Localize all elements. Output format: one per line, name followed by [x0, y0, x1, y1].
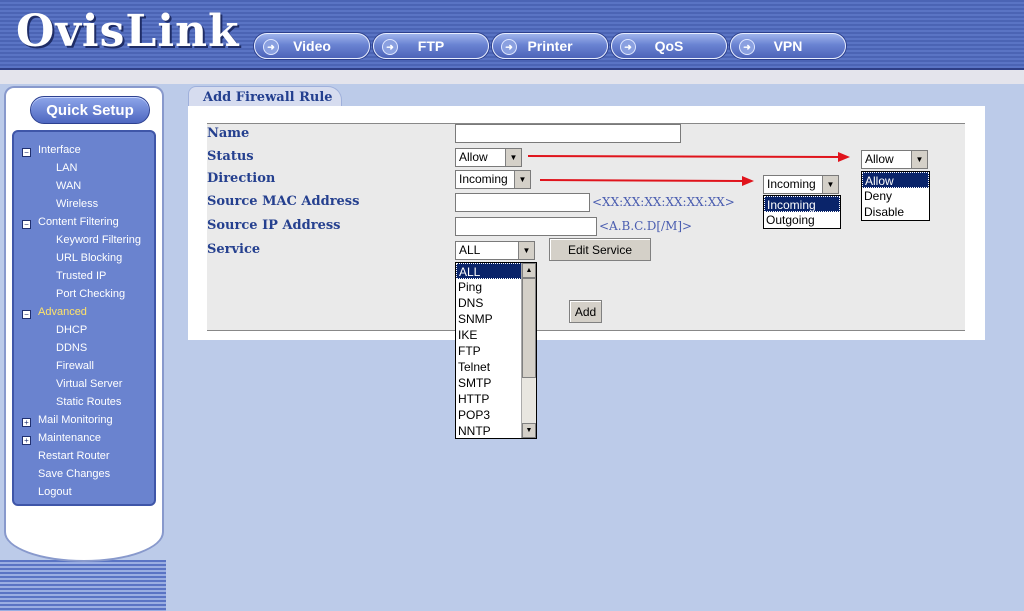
sidebar-item-maintenance[interactable]: Maintenance: [38, 432, 101, 444]
status-option[interactable]: Disable: [862, 204, 929, 220]
scrollbar-thumb[interactable]: [522, 278, 536, 378]
plus-box-icon[interactable]: +: [22, 436, 31, 445]
service-dropdown-list[interactable]: ALL Ping DNS SNMP IKE FTP Telnet SMTP HT…: [455, 262, 537, 439]
direction-label: Direction: [207, 171, 276, 186]
service-list-scrollbar[interactable]: ▲ ▼: [521, 263, 536, 438]
direction-select[interactable]: Incoming ▼: [455, 170, 531, 189]
service-label: Service: [207, 242, 261, 257]
edit-service-button[interactable]: Edit Service: [549, 238, 651, 261]
sidebar-item-dhcp[interactable]: DHCP: [56, 324, 87, 336]
source-mac-label: Source MAC Address: [207, 194, 360, 209]
source-mac-input[interactable]: [455, 193, 590, 212]
sidebar-item-logout[interactable]: Logout: [38, 486, 72, 498]
minus-box-icon[interactable]: −: [22, 220, 31, 229]
sidebar-item-wireless[interactable]: Wireless: [56, 198, 98, 210]
sidebar-item-static-routes[interactable]: Static Routes: [56, 396, 121, 408]
direction-option[interactable]: Incoming: [764, 196, 840, 212]
ip-format-hint: <A.B.C.D[/M]>: [599, 219, 693, 233]
minus-box-icon[interactable]: −: [22, 148, 31, 157]
sidebar-item-trusted-ip[interactable]: Trusted IP: [56, 270, 106, 282]
status-select[interactable]: Allow ▼: [455, 148, 522, 167]
arrow-right-icon: ➜: [263, 39, 279, 55]
name-input[interactable]: [455, 124, 681, 143]
mac-format-hint: <XX:XX:XX:XX:XX:XX>: [592, 195, 735, 209]
service-select[interactable]: ALL ▼: [455, 241, 535, 260]
chevron-down-icon[interactable]: ▼: [911, 151, 927, 168]
chevron-down-icon[interactable]: ▼: [518, 242, 534, 259]
sidebar-menu: − Interface LAN WAN Wireless − Content F…: [12, 130, 156, 506]
direction-popup-list[interactable]: Incoming Outgoing: [763, 195, 841, 229]
nav-label: Video: [293, 38, 331, 54]
sidebar-item-keyword-filtering[interactable]: Keyword Filtering: [56, 234, 141, 246]
sidebar-item-port-checking[interactable]: Port Checking: [56, 288, 125, 300]
sidebar-item-mail-monitoring[interactable]: Mail Monitoring: [38, 414, 113, 426]
chevron-down-icon[interactable]: ▼: [522, 423, 536, 438]
minus-box-icon[interactable]: −: [22, 310, 31, 319]
arrow-right-icon: ➜: [739, 39, 755, 55]
chevron-down-icon[interactable]: ▼: [514, 171, 530, 188]
sidebar-item-content-filtering[interactable]: Content Filtering: [38, 216, 119, 228]
sidebar-footer-stripes: [0, 560, 166, 611]
quick-setup-button[interactable]: Quick Setup: [30, 96, 150, 124]
subheader-strip: [0, 70, 1024, 84]
nav-label: VPN: [773, 38, 803, 54]
arrow-right-icon: ➜: [382, 39, 398, 55]
sidebar-item-interface[interactable]: Interface: [38, 144, 81, 156]
sidebar: Quick Setup − Interface LAN WAN Wireless…: [4, 86, 164, 562]
direction-select-value: Incoming: [459, 172, 508, 186]
nav-video-button[interactable]: ➜ Video: [254, 33, 370, 59]
chevron-down-icon[interactable]: ▼: [505, 149, 521, 166]
sidebar-item-virtual-server[interactable]: Virtual Server: [56, 378, 122, 390]
sidebar-item-ddns[interactable]: DDNS: [56, 342, 87, 354]
sidebar-item-lan[interactable]: LAN: [56, 162, 77, 174]
nav-printer-button[interactable]: ➜ Printer: [492, 33, 608, 59]
direction-popup-value: Incoming: [767, 177, 816, 191]
name-label: Name: [207, 126, 250, 141]
arrow-right-icon: ➜: [501, 39, 517, 55]
source-ip-input[interactable]: [455, 217, 597, 236]
header-bar: OvisLink ➜ Video ➜ FTP ➜ Printer ➜ QoS ➜…: [0, 0, 1024, 70]
sidebar-item-url-blocking[interactable]: URL Blocking: [56, 252, 122, 264]
direction-option[interactable]: Outgoing: [764, 212, 840, 228]
nav-label: FTP: [417, 38, 445, 54]
nav-vpn-button[interactable]: ➜ VPN: [730, 33, 846, 59]
status-popup-select[interactable]: Allow ▼: [861, 150, 928, 169]
nav-ftp-button[interactable]: ➜ FTP: [373, 33, 489, 59]
sidebar-item-save-changes[interactable]: Save Changes: [38, 468, 110, 480]
chevron-down-icon[interactable]: ▼: [822, 176, 838, 193]
logo: OvisLink: [16, 6, 240, 57]
status-label: Status: [207, 149, 254, 164]
status-select-value: Allow: [459, 150, 488, 164]
plus-box-icon[interactable]: +: [22, 418, 31, 427]
status-option[interactable]: Deny: [862, 188, 929, 204]
sidebar-item-advanced[interactable]: Advanced: [38, 306, 87, 318]
sidebar-item-wan[interactable]: WAN: [56, 180, 81, 192]
arrow-right-icon: ➜: [620, 39, 636, 55]
add-button[interactable]: Add: [569, 300, 602, 323]
service-select-value: ALL: [459, 243, 481, 257]
nav-label: Printer: [527, 38, 573, 54]
status-popup-value: Allow: [865, 152, 894, 166]
sidebar-item-restart-router[interactable]: Restart Router: [38, 450, 110, 462]
status-popup-list[interactable]: Allow Deny Disable: [861, 171, 930, 221]
source-ip-label: Source IP Address: [207, 218, 341, 233]
direction-popup-select[interactable]: Incoming ▼: [763, 175, 839, 194]
nav-label: QoS: [654, 38, 684, 54]
tab-add-firewall-rule[interactable]: Add Firewall Rule: [188, 86, 342, 108]
nav-qos-button[interactable]: ➜ QoS: [611, 33, 727, 59]
status-option[interactable]: Allow: [862, 172, 929, 188]
chevron-up-icon[interactable]: ▲: [522, 263, 536, 278]
sidebar-item-firewall[interactable]: Firewall: [56, 360, 94, 372]
